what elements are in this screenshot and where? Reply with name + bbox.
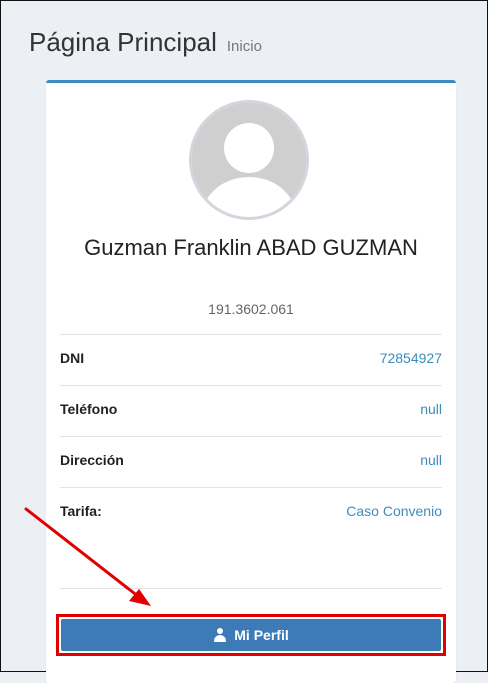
page-header: Página Principal Inicio — [29, 27, 262, 58]
profile-details-list: DNI 72854927 Teléfono null Dirección nul… — [60, 334, 442, 589]
user-icon — [213, 628, 227, 642]
profile-code: 191.3602.061 — [208, 301, 294, 317]
app-frame: Página Principal Inicio Guzman Franklin … — [0, 0, 488, 683]
avatar-body-shape — [202, 177, 296, 217]
detail-label: Dirección — [60, 452, 124, 468]
detail-row-tarifa: Tarifa: Caso Convenio — [60, 487, 442, 589]
detail-label: Tarifa: — [60, 503, 102, 519]
highlight-box: Mi Perfil — [56, 614, 446, 656]
detail-row-telefono: Teléfono null — [60, 385, 442, 436]
detail-label: Teléfono — [60, 401, 118, 417]
detail-row-dni: DNI 72854927 — [60, 334, 442, 385]
profile-card: Guzman Franklin ABAD GUZMAN 191.3602.061… — [46, 80, 456, 683]
detail-row-direccion: Dirección null — [60, 436, 442, 487]
detail-value: null — [420, 452, 442, 468]
page-subtitle: Inicio — [226, 38, 262, 55]
profile-name: Guzman Franklin ABAD GUZMAN — [84, 235, 418, 260]
my-profile-button-label: Mi Perfil — [234, 627, 289, 643]
my-profile-button[interactable]: Mi Perfil — [61, 619, 441, 651]
page-title: Página Principal — [29, 27, 217, 57]
avatar-head-shape — [224, 123, 274, 173]
detail-label: DNI — [60, 350, 85, 366]
avatar — [189, 100, 309, 220]
detail-value: 72854927 — [379, 350, 442, 366]
detail-value: Caso Convenio — [346, 503, 442, 519]
detail-value: null — [420, 401, 442, 417]
